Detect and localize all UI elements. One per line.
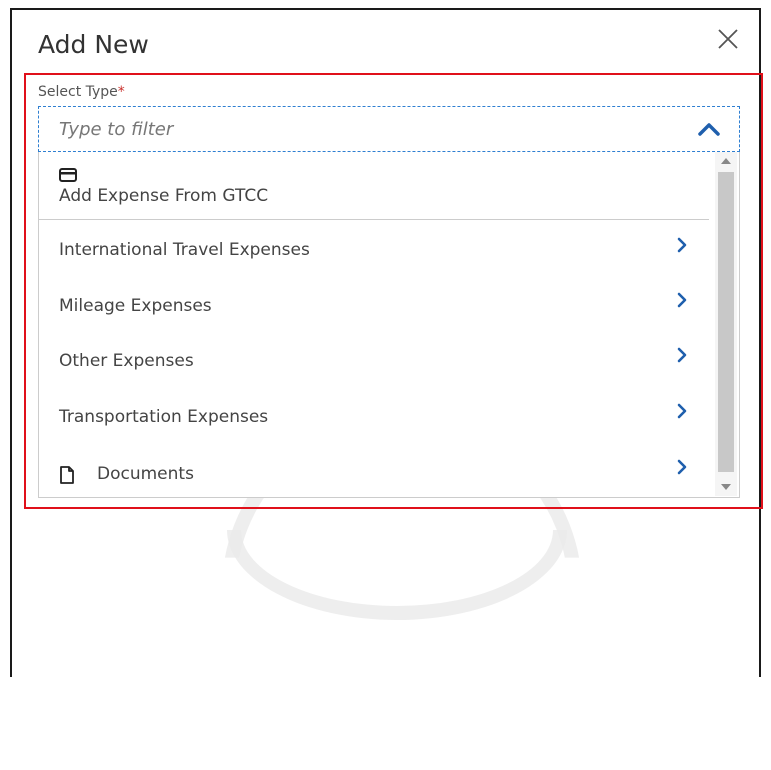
option-mileage-expenses[interactable]: Mileage Expenses: [59, 296, 212, 316]
divider: [39, 219, 709, 220]
scrollbar[interactable]: [715, 152, 737, 496]
option-transportation-expenses[interactable]: Transportation Expenses: [59, 407, 268, 427]
chevron-right-icon[interactable]: [676, 347, 688, 363]
dialog-title: Add New: [38, 30, 149, 59]
scroll-up-arrow[interactable]: [721, 158, 731, 164]
chevron-right-icon[interactable]: [676, 237, 688, 253]
scroll-down-arrow[interactable]: [721, 484, 731, 490]
credit-card-icon: [59, 168, 77, 182]
chevron-up-icon[interactable]: [697, 121, 721, 137]
option-label[interactable]: Add Expense From GTCC: [59, 186, 268, 206]
select-type-label-text: Select Type: [38, 84, 118, 100]
type-filter-select[interactable]: Type to filter: [38, 106, 740, 152]
type-filter-placeholder[interactable]: Type to filter: [59, 119, 173, 140]
chevron-right-icon[interactable]: [676, 403, 688, 419]
close-icon[interactable]: [717, 28, 739, 50]
chevron-right-icon[interactable]: [676, 459, 688, 475]
option-international-travel-expenses[interactable]: International Travel Expenses: [59, 240, 310, 260]
option-documents[interactable]: Documents: [97, 464, 194, 484]
options-list: Add Expense From GTCC International Trav…: [38, 152, 740, 498]
select-type-label: Select Type*: [38, 84, 125, 100]
option-other-expenses[interactable]: Other Expenses: [59, 351, 194, 371]
required-mark: *: [117, 84, 125, 100]
scrollbar-thumb[interactable]: [718, 172, 734, 472]
chevron-right-icon[interactable]: [676, 292, 688, 308]
document-icon: [60, 466, 74, 484]
